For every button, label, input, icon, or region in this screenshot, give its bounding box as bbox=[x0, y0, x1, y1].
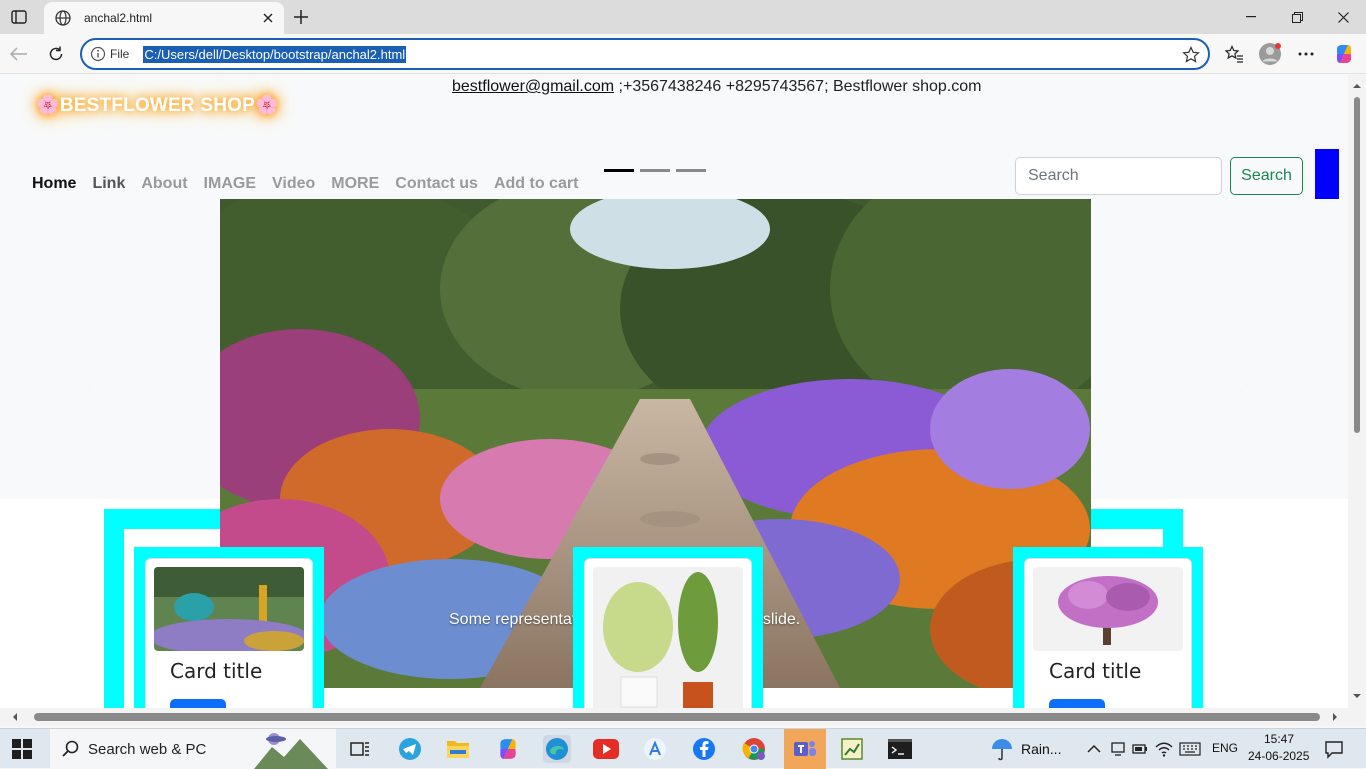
nav-video[interactable]: Video bbox=[272, 175, 315, 193]
edge-icon[interactable] bbox=[543, 735, 571, 763]
search-input[interactable]: Search bbox=[1015, 157, 1222, 195]
card-1-button[interactable] bbox=[170, 699, 226, 708]
search-placeholder: Search bbox=[1028, 167, 1079, 184]
nav-link[interactable]: Link bbox=[92, 175, 125, 193]
scheme-label: File bbox=[110, 47, 130, 61]
taskbar-search[interactable]: Search web & PC bbox=[50, 729, 336, 769]
brand-logo[interactable]: 🌸BESTFLOWER SHOP🌸 bbox=[36, 93, 279, 117]
nav-more[interactable]: MORE bbox=[331, 175, 379, 193]
globe-icon bbox=[55, 10, 71, 26]
contact-details: ;+3567438246 +8295743567; Bestflower sho… bbox=[614, 78, 982, 95]
close-window-icon[interactable] bbox=[1320, 0, 1366, 34]
scroll-right-icon[interactable] bbox=[1330, 712, 1340, 722]
facebook-icon[interactable] bbox=[690, 735, 718, 763]
minimize-icon[interactable] bbox=[1228, 0, 1274, 34]
keyboard-icon[interactable] bbox=[1176, 735, 1204, 763]
carousel-prev-icon[interactable] bbox=[88, 375, 108, 405]
taskbar-search-text: Search web & PC bbox=[88, 740, 207, 758]
windows-start-icon[interactable] bbox=[12, 739, 32, 759]
card-2-image bbox=[593, 567, 743, 708]
task-view-icon[interactable] bbox=[346, 735, 374, 763]
browser-tab[interactable]: anchal2.html bbox=[44, 2, 284, 34]
vertical-scrollbar[interactable] bbox=[1348, 75, 1366, 708]
tab-title: anchal2.html bbox=[84, 11, 153, 25]
card-3: Card title bbox=[1024, 558, 1192, 708]
nav-image[interactable]: IMAGE bbox=[204, 175, 256, 193]
url-text[interactable]: C:/Users/dell/Desktop/bootstrap/anchal2.… bbox=[143, 45, 407, 63]
clock-time[interactable]: 15:47 bbox=[1264, 732, 1294, 746]
info-icon[interactable] bbox=[90, 46, 106, 62]
favorite-star-icon[interactable] bbox=[1182, 46, 1200, 64]
card-3-button[interactable] bbox=[1049, 699, 1105, 708]
horizontal-scrollbar[interactable] bbox=[0, 708, 1348, 726]
notifications-icon[interactable] bbox=[1320, 735, 1348, 763]
tab-actions-icon[interactable] bbox=[8, 7, 30, 27]
back-icon[interactable] bbox=[8, 43, 30, 65]
search-highlight-icon bbox=[254, 733, 328, 769]
card-1: Card title bbox=[145, 558, 313, 708]
teams-icon[interactable] bbox=[784, 729, 826, 769]
contact-line: bestflower@gmail.com ;+3567438246 +82957… bbox=[452, 78, 981, 96]
contact-email-link[interactable]: bestflower@gmail.com bbox=[452, 78, 614, 95]
carousel-next-icon[interactable] bbox=[1230, 375, 1250, 405]
carousel-indicators bbox=[604, 169, 706, 172]
scroll-down-icon[interactable] bbox=[1352, 691, 1362, 701]
nav-home[interactable]: Home bbox=[32, 175, 76, 193]
weather-text[interactable]: Rain... bbox=[1021, 741, 1061, 757]
youtube-icon[interactable] bbox=[592, 735, 620, 763]
restore-icon[interactable] bbox=[1274, 0, 1320, 34]
taskbar: Search web & PC Rain... ENG 15:47 24-06-… bbox=[0, 728, 1366, 769]
carousel-indicator-1[interactable] bbox=[604, 169, 634, 172]
more-menu-icon[interactable] bbox=[1294, 42, 1318, 66]
card-2 bbox=[584, 558, 752, 708]
card-3-title: Card title bbox=[1049, 659, 1142, 683]
weather-rain-icon[interactable] bbox=[988, 735, 1016, 763]
search-icon bbox=[62, 740, 79, 757]
profile-avatar-icon[interactable] bbox=[1258, 42, 1282, 66]
card-3-image bbox=[1033, 567, 1183, 651]
nav-about[interactable]: About bbox=[141, 175, 187, 193]
browser-toolbar: File C:/Users/dell/Desktop/bootstrap/anc… bbox=[0, 34, 1366, 74]
vertical-scroll-thumb[interactable] bbox=[1354, 97, 1360, 433]
language-indicator[interactable]: ENG bbox=[1212, 741, 1238, 755]
new-tab-icon[interactable] bbox=[290, 6, 312, 28]
card-1-title: Card title bbox=[170, 659, 263, 683]
file-explorer-icon[interactable] bbox=[444, 735, 472, 763]
nav-contact-us[interactable]: Contact us bbox=[395, 175, 478, 193]
page-viewport: 🌸BESTFLOWER SHOP🌸 bestflower@gmail.com ;… bbox=[0, 75, 1348, 708]
scroll-up-icon[interactable] bbox=[1352, 81, 1362, 91]
close-tab-icon[interactable] bbox=[260, 10, 276, 26]
browser-tab-bar: anchal2.html bbox=[0, 0, 1366, 34]
copilot-icon[interactable] bbox=[1332, 42, 1356, 66]
main-nav: Home Link About IMAGE Video MORE Contact… bbox=[32, 175, 578, 193]
carousel-indicator-3[interactable] bbox=[676, 169, 706, 172]
app-store-icon[interactable] bbox=[641, 735, 669, 763]
horizontal-scroll-thumb[interactable] bbox=[34, 713, 1320, 721]
caption-text-left: Some representat bbox=[449, 611, 577, 628]
carousel-indicator-2[interactable] bbox=[640, 169, 670, 172]
spreadsheet-icon[interactable] bbox=[838, 735, 866, 763]
favorites-icon[interactable] bbox=[1222, 42, 1246, 66]
clock-date[interactable]: 24-06-2025 bbox=[1248, 749, 1309, 763]
scroll-left-icon[interactable] bbox=[10, 712, 20, 722]
telegram-icon[interactable] bbox=[396, 735, 424, 763]
terminal-icon[interactable] bbox=[886, 735, 914, 763]
scrollbar-corner bbox=[1348, 708, 1366, 726]
address-bar[interactable]: File C:/Users/dell/Desktop/bootstrap/anc… bbox=[80, 38, 1210, 70]
search-button[interactable]: Search bbox=[1230, 157, 1303, 195]
blue-block bbox=[1315, 149, 1339, 199]
chrome-icon[interactable] bbox=[740, 735, 768, 763]
refresh-icon[interactable] bbox=[45, 43, 67, 65]
copilot-taskbar-icon[interactable] bbox=[494, 735, 522, 763]
card-1-image bbox=[154, 567, 304, 651]
wifi-icon[interactable] bbox=[1150, 735, 1178, 763]
nav-add-to-cart[interactable]: Add to cart bbox=[494, 175, 578, 193]
